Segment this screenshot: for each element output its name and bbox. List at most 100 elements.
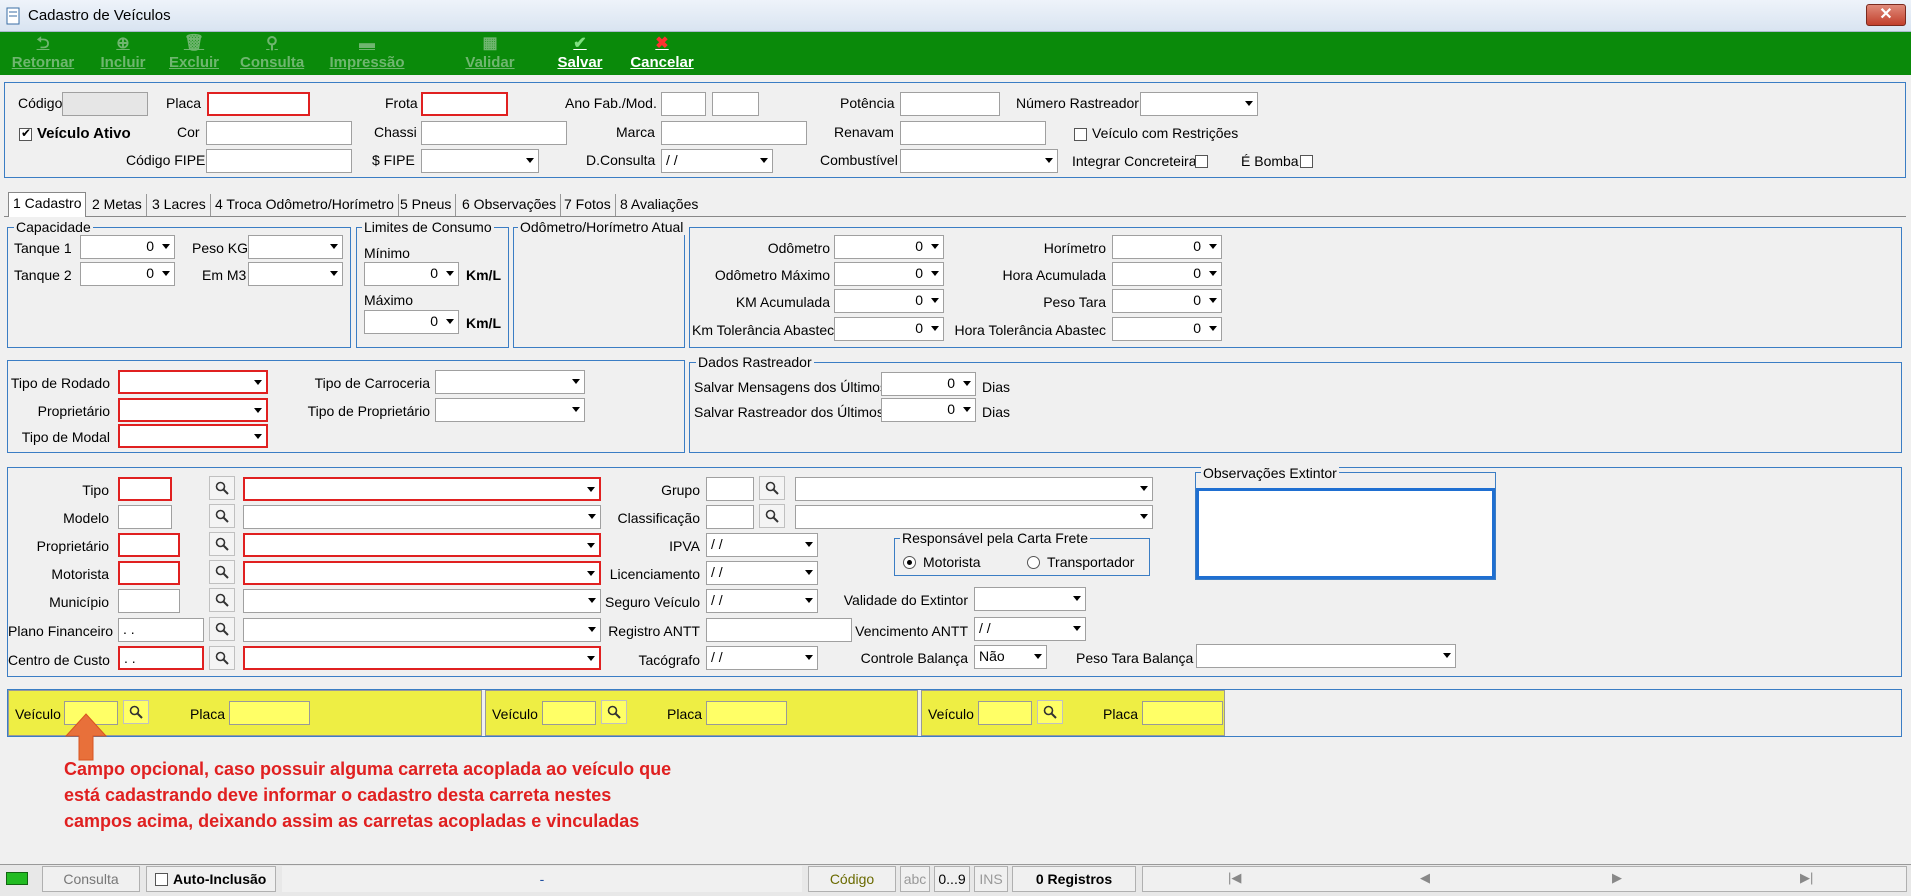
motorista-select[interactable] bbox=[243, 561, 601, 585]
proprietario-rodado-select[interactable] bbox=[118, 398, 268, 422]
peso-kg-field[interactable] bbox=[248, 235, 343, 259]
plano-financeiro-search-button[interactable] bbox=[209, 617, 235, 641]
salvar-mensagens-field[interactable]: 0 bbox=[881, 372, 976, 396]
grupo-select[interactable] bbox=[795, 477, 1153, 501]
tab-cadastro[interactable]: 1 Cadastro bbox=[8, 192, 87, 217]
potencia-field[interactable] bbox=[900, 92, 1000, 116]
renavam-field[interactable] bbox=[900, 121, 1046, 145]
veiculo-restricoes-checkbox[interactable] bbox=[1074, 128, 1087, 141]
next-record-button[interactable]: ▶ bbox=[1612, 870, 1622, 886]
ano-mod-field[interactable] bbox=[712, 92, 759, 116]
impressao-button[interactable]: ▬ Impressão bbox=[326, 34, 408, 74]
tab-lacres[interactable]: 3 Lacres bbox=[148, 194, 211, 216]
codigo-fipe-field[interactable] bbox=[206, 149, 352, 173]
odometro-maximo-field[interactable]: 0 bbox=[834, 262, 944, 286]
classificacao-search-button[interactable] bbox=[759, 504, 785, 528]
ipva-date[interactable]: / / bbox=[706, 533, 818, 557]
dconsulta-date[interactable]: / / bbox=[661, 149, 773, 173]
grupo-search-button[interactable] bbox=[759, 476, 785, 500]
horimetro-field[interactable]: 0 bbox=[1112, 235, 1222, 259]
proprietario-search-button[interactable] bbox=[209, 532, 235, 556]
hora-tolerancia-field[interactable]: 0 bbox=[1112, 317, 1222, 341]
marca-field[interactable] bbox=[661, 121, 807, 145]
tanque2-field[interactable]: 0 bbox=[80, 262, 175, 286]
modelo-code-field[interactable] bbox=[118, 505, 172, 529]
grupo-code-field[interactable] bbox=[706, 477, 754, 501]
tipo-carroceria-select[interactable] bbox=[435, 370, 585, 394]
odometro-field[interactable]: 0 bbox=[834, 235, 944, 259]
salvar-rastreador-field[interactable]: 0 bbox=[881, 398, 976, 422]
tipo-proprietario-select[interactable] bbox=[435, 398, 585, 422]
tab-troca-odometro[interactable]: 4 Troca Odômetro/Horímetro bbox=[211, 194, 399, 216]
tacografo-date[interactable]: / / bbox=[706, 646, 818, 670]
centro-custo-search-button[interactable] bbox=[209, 646, 235, 670]
municipio-search-button[interactable] bbox=[209, 588, 235, 612]
auto-inclusao-checkbox[interactable] bbox=[155, 873, 168, 886]
carreta2-veiculo-field[interactable] bbox=[542, 701, 596, 725]
tipo-rodado-select[interactable] bbox=[118, 370, 268, 394]
modelo-select[interactable] bbox=[243, 505, 601, 529]
tab-fotos[interactable]: 7 Fotos bbox=[560, 194, 616, 216]
licenciamento-date[interactable]: / / bbox=[706, 561, 818, 585]
validar-button[interactable]: ▦ Validar bbox=[464, 34, 516, 74]
tipo-select[interactable] bbox=[243, 477, 601, 501]
em-m3-field[interactable] bbox=[248, 262, 343, 286]
tab-observacoes[interactable]: 6 Observações bbox=[458, 194, 562, 216]
frota-field[interactable] bbox=[421, 92, 508, 116]
tipo-search-button[interactable] bbox=[209, 476, 235, 500]
peso-tara-field[interactable]: 0 bbox=[1112, 289, 1222, 313]
carreta3-veiculo-field[interactable] bbox=[978, 701, 1032, 725]
proprietario-select[interactable] bbox=[243, 533, 601, 557]
hora-acumulada-field[interactable]: 0 bbox=[1112, 262, 1222, 286]
km-acumulada-field[interactable]: 0 bbox=[834, 289, 944, 313]
proprietario-code-field[interactable] bbox=[118, 533, 180, 557]
integrar-concreteira-checkbox[interactable] bbox=[1195, 155, 1208, 168]
obs-extintor-textarea[interactable] bbox=[1196, 488, 1495, 579]
transportador-radio[interactable] bbox=[1027, 556, 1040, 569]
last-record-button[interactable]: ▶| bbox=[1800, 870, 1813, 886]
vencimento-antt-date[interactable]: / / bbox=[974, 617, 1086, 641]
codigo-field[interactable] bbox=[62, 92, 148, 116]
carreta3-search-button[interactable] bbox=[1037, 700, 1063, 724]
ano-fab-field[interactable] bbox=[661, 92, 706, 116]
placa-field[interactable] bbox=[207, 92, 310, 116]
prev-record-button[interactable]: ◀ bbox=[1420, 870, 1430, 886]
tab-avaliacoes[interactable]: 8 Avaliações bbox=[616, 194, 702, 216]
e-bomba-checkbox[interactable] bbox=[1300, 155, 1313, 168]
first-record-button[interactable]: |◀ bbox=[1228, 870, 1241, 886]
motorista-code-field[interactable] bbox=[118, 561, 180, 585]
centro-custo-select[interactable] bbox=[243, 646, 601, 670]
retornar-button[interactable]: ⮌ Retornar bbox=[8, 34, 78, 74]
classificacao-select[interactable] bbox=[795, 505, 1153, 529]
modelo-search-button[interactable] bbox=[209, 504, 235, 528]
motorista-search-button[interactable] bbox=[209, 560, 235, 584]
close-button[interactable]: ✕ bbox=[1866, 4, 1906, 26]
carreta3-placa-field[interactable] bbox=[1142, 701, 1223, 725]
valor-fipe-select[interactable] bbox=[421, 149, 539, 173]
excluir-button[interactable]: 🗑 Excluir bbox=[168, 34, 220, 74]
centro-custo-code-field[interactable]: . . bbox=[118, 646, 204, 670]
incluir-button[interactable]: ⊕ Incluir bbox=[98, 34, 148, 74]
seguro-veiculo-date[interactable]: / / bbox=[706, 589, 818, 613]
km-tolerancia-field[interactable]: 0 bbox=[834, 317, 944, 341]
motorista-radio[interactable] bbox=[903, 556, 916, 569]
cancelar-button[interactable]: ✖ Cancelar bbox=[630, 34, 694, 74]
tab-metas[interactable]: 2 Metas bbox=[88, 194, 147, 216]
auto-inclusao-toggle[interactable]: Auto-Inclusão bbox=[146, 866, 276, 892]
peso-tara-balanca-select[interactable] bbox=[1196, 644, 1456, 668]
veiculo-ativo-checkbox[interactable]: ✔ bbox=[19, 126, 32, 141]
salvar-button[interactable]: ✔ Salvar bbox=[556, 34, 604, 74]
consulta-button[interactable]: ⚲ Consulta bbox=[240, 34, 304, 74]
municipio-code-field[interactable] bbox=[118, 589, 180, 613]
municipio-select[interactable] bbox=[243, 589, 601, 613]
carreta1-placa-field[interactable] bbox=[229, 701, 310, 725]
classificacao-code-field[interactable] bbox=[706, 505, 754, 529]
maximo-field[interactable]: 0 bbox=[364, 310, 459, 334]
tanque1-field[interactable]: 0 bbox=[80, 235, 175, 259]
tab-pneus[interactable]: 5 Pneus bbox=[396, 194, 457, 216]
carreta2-search-button[interactable] bbox=[601, 700, 627, 724]
chassi-field[interactable] bbox=[421, 121, 567, 145]
cor-field[interactable] bbox=[206, 121, 352, 145]
tipo-modal-select[interactable] bbox=[118, 424, 268, 448]
plano-financeiro-select[interactable] bbox=[243, 618, 601, 642]
